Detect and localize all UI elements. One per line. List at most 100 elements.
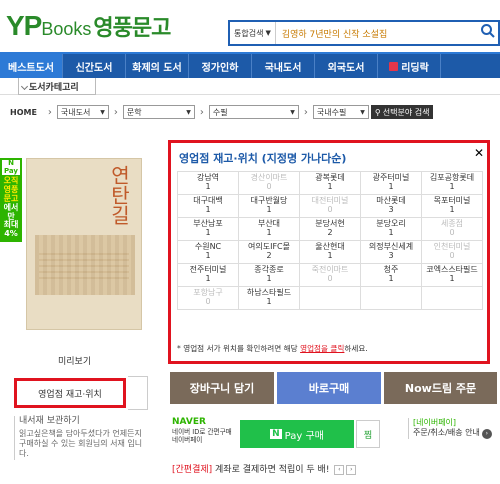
easy-pay-banner: [간편결제] 계좌로 결제하면 적립이 두 배! ‹ › bbox=[172, 462, 357, 475]
store-cell[interactable]: 대구대백 1 bbox=[178, 195, 239, 218]
breadcrumb-home[interactable]: HOME bbox=[10, 108, 37, 117]
store-count: 0 bbox=[449, 251, 455, 261]
store-count: 0 bbox=[327, 274, 333, 284]
nav-item-hot[interactable]: 화제의 도서 bbox=[126, 54, 189, 78]
store-cell[interactable]: 하남스타필드 1 bbox=[239, 287, 300, 310]
zzim-button[interactable]: 찜 bbox=[356, 420, 380, 448]
store-cell[interactable]: 코엑스스타필드 1 bbox=[422, 264, 483, 287]
now-dream-order-button[interactable]: Now드림 주문 bbox=[384, 372, 497, 404]
store-cell[interactable]: 대구반월당 1 bbox=[239, 195, 300, 218]
store-name: 종각종로 bbox=[254, 265, 284, 274]
store-cell[interactable]: 마산롯데 3 bbox=[361, 195, 422, 218]
store-cell[interactable]: 목포터미널 1 bbox=[422, 195, 483, 218]
store-cell[interactable]: 죽전이마트 0 bbox=[300, 264, 361, 287]
store-cell[interactable]: 여의도IFC몰 2 bbox=[239, 241, 300, 264]
category-search-button[interactable]: ⚲ 선택분야 검색 bbox=[370, 105, 434, 119]
store-stock-button[interactable]: 영업점 재고·위치 bbox=[14, 378, 126, 408]
store-cell[interactable]: 인천터미널 0 bbox=[422, 241, 483, 264]
cover-blurb bbox=[37, 299, 135, 321]
store-name: 광주터미널 bbox=[372, 173, 410, 182]
chevron-down-icon: ▼ bbox=[290, 108, 295, 116]
search-scope-select[interactable]: 통합검색 ▼ bbox=[230, 22, 276, 44]
store-cell-empty bbox=[300, 287, 361, 310]
store-cell[interactable]: 광복롯데 1 bbox=[300, 172, 361, 195]
npay-info-link[interactable]: [네이버페이] 주문/취소/배송 안내 › bbox=[408, 418, 500, 440]
breadcrumb-select-4[interactable]: 국내수필 ▼ bbox=[312, 105, 369, 119]
store-cell[interactable]: 부산대 1 bbox=[239, 218, 300, 241]
store-cell[interactable]: 울산현대 1 bbox=[300, 241, 361, 264]
npay-buy-button[interactable]: N Pay 구매 bbox=[240, 420, 354, 448]
store-name: 광복롯데 bbox=[315, 173, 345, 182]
search-icon: ⚲ bbox=[374, 107, 381, 117]
category-button[interactable]: 도서카테고리 bbox=[18, 78, 96, 95]
store-cell[interactable]: 의정부신세계 3 bbox=[361, 241, 422, 264]
store-cell[interactable]: 청주 1 bbox=[361, 264, 422, 287]
store-count: 1 bbox=[205, 228, 211, 238]
store-cell-empty bbox=[361, 287, 422, 310]
site-logo[interactable]: YP Books 영풍문고 bbox=[6, 10, 171, 42]
nav-item-new[interactable]: 신간도서 bbox=[63, 54, 126, 78]
store-count: 2 bbox=[327, 228, 333, 238]
store-name: 청주 bbox=[383, 265, 399, 274]
store-cell[interactable]: 대전터미널 0 bbox=[300, 195, 361, 218]
store-count: 1 bbox=[266, 228, 272, 238]
store-cell[interactable]: 포항남구 0 bbox=[178, 287, 239, 310]
store-count: 1 bbox=[266, 297, 272, 307]
breadcrumb-select-3[interactable]: 수필 ▼ bbox=[208, 105, 299, 119]
breadcrumb-separator-icon: › bbox=[199, 106, 204, 118]
chevron-down-icon: ▼ bbox=[265, 29, 271, 37]
store-cell[interactable]: 세종점 0 bbox=[422, 218, 483, 241]
store-click-link[interactable]: 영업점을 클릭 bbox=[300, 344, 344, 353]
store-count: 3 bbox=[388, 205, 394, 215]
store-cell[interactable]: 종각종로 1 bbox=[239, 264, 300, 287]
popup-title: 영업점 재고·위치 (지정명 가나다순) bbox=[179, 152, 347, 165]
prev-icon[interactable]: ‹ bbox=[334, 464, 345, 475]
chevron-right-icon: › bbox=[481, 429, 492, 440]
wishlist-box[interactable]: 내서재 보관하기 읽고싶은책을 담아두셨다가 언제든지 구매하실 수 있는 회원… bbox=[14, 416, 148, 460]
search-scope-label: 통합검색 bbox=[234, 28, 264, 38]
nav-item-readinglock[interactable]: 리딩락 bbox=[378, 54, 441, 78]
store-name: 부산대 bbox=[257, 219, 281, 228]
store-count: 1 bbox=[449, 182, 455, 192]
store-cell[interactable]: 강남역 1 bbox=[178, 172, 239, 195]
next-icon[interactable]: › bbox=[346, 464, 357, 475]
purchase-actions: 장바구니 담기 바로구매 Now드림 주문 bbox=[170, 372, 500, 404]
search-icon[interactable] bbox=[480, 23, 496, 43]
naver-pay-info: NAVER 네이버 ID로 간편구매 네이버페이 bbox=[172, 417, 242, 445]
breadcrumb-select-1[interactable]: 국내도서 ▼ bbox=[56, 105, 109, 119]
store-name: 포항남구 bbox=[193, 288, 223, 297]
wishlist-desc: 읽고싶은책을 담아두셨다가 언제든지 구매하실 수 있는 회원님의 서재 입니다… bbox=[19, 428, 143, 459]
store-count: 2 bbox=[266, 251, 272, 261]
preview-link[interactable]: 미리보기 bbox=[58, 354, 91, 367]
store-name: 울산현대 bbox=[315, 242, 345, 251]
store-count: 1 bbox=[449, 274, 455, 284]
book-cover[interactable]: 연탄길 bbox=[26, 158, 142, 330]
store-cell[interactable]: 김포공항롯데 1 bbox=[422, 172, 483, 195]
store-cell[interactable]: 수원NC 1 bbox=[178, 241, 239, 264]
npay-badge-logo: N Pay bbox=[2, 159, 20, 176]
popup-note: * 영업점 서가 위치를 확인하려면 해당 영업점을 클릭하세요. bbox=[177, 344, 368, 353]
store-cell[interactable]: 부산남포 1 bbox=[178, 218, 239, 241]
logo-yp: YP bbox=[6, 10, 42, 41]
nav-item-discount[interactable]: 정가인하 bbox=[189, 54, 252, 78]
nav-item-bestseller[interactable]: 베스트도서 bbox=[0, 54, 63, 78]
store-cell[interactable]: 전주터미널 1 bbox=[178, 264, 239, 287]
store-name: 세종점 bbox=[440, 219, 464, 228]
nav-item-domestic[interactable]: 국내도서 bbox=[252, 54, 315, 78]
npay-promo-badge[interactable]: N Pay 오직 영풍 문고 에서만 최대 4% bbox=[0, 158, 22, 242]
store-name: 여의도IFC몰 bbox=[248, 242, 290, 251]
breadcrumb-select-2[interactable]: 문학 ▼ bbox=[122, 105, 195, 119]
store-cell[interactable]: 경산이마트 0 bbox=[239, 172, 300, 195]
store-count: 1 bbox=[327, 251, 333, 261]
nav-item-foreign[interactable]: 외국도서 bbox=[315, 54, 378, 78]
store-count: 0 bbox=[449, 228, 455, 238]
store-cell[interactable]: 분당오리 1 bbox=[361, 218, 422, 241]
buy-now-button[interactable]: 바로구매 bbox=[277, 372, 382, 404]
close-icon[interactable]: ✕ bbox=[474, 146, 484, 160]
add-to-cart-button[interactable]: 장바구니 담기 bbox=[170, 372, 275, 404]
store-cell[interactable]: 분당서현 2 bbox=[300, 218, 361, 241]
book-cover-title: 연탄길 bbox=[107, 165, 131, 225]
npay-n-icon: N bbox=[270, 429, 282, 439]
search-input[interactable] bbox=[275, 28, 476, 38]
store-cell[interactable]: 광주터미널 1 bbox=[361, 172, 422, 195]
